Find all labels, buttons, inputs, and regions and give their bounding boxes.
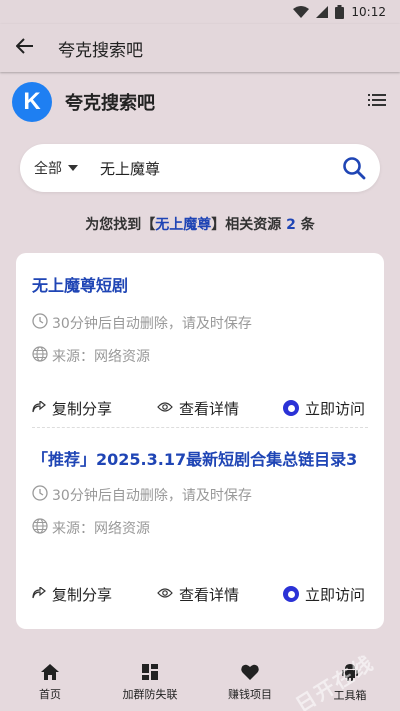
search-icon [342,157,366,184]
expire-note: 30分钟后自动删除，请及时保存 [32,485,368,505]
copy-share-button[interactable]: 复制分享 [32,584,112,605]
globe-icon [32,346,48,366]
view-detail-button[interactable]: 查看详情 [157,584,239,605]
nav-label: 赚钱项目 [228,688,272,701]
nav-label: 首页 [39,688,61,701]
visit-now-button[interactable]: 立即访问 [283,398,365,419]
status-time: 10:12 [351,5,386,19]
view-detail-button[interactable]: 查看详情 [157,398,239,419]
source-text: 来源：网络资源 [52,349,150,365]
battery-icon [335,5,345,19]
copy-share-button[interactable]: 复制分享 [32,398,112,419]
arrow-left-icon [15,38,34,58]
result-actions: 复制分享 查看详情 立即访问 [32,582,368,606]
divider [32,427,368,428]
expire-note: 30分钟后自动删除，请及时保存 [32,313,368,333]
visit-now-button[interactable]: 立即访问 [283,584,365,605]
category-label: 全部 [34,161,62,177]
app-bar: 夸克搜索吧 [0,24,400,72]
expire-text: 30分钟后自动删除，请及时保存 [52,316,252,332]
visit-now-label: 立即访问 [305,399,366,418]
app-title: 夸克搜索吧 [58,40,143,61]
clock-icon [32,485,48,505]
copy-share-label: 复制分享 [52,399,113,418]
signal-icon [316,6,329,18]
status-bar: 10:12 [0,0,400,24]
summary-count: 2 [286,217,296,233]
nav-item-home[interactable]: 首页 [0,655,100,711]
caret-down-icon [68,165,78,171]
share-icon [32,399,46,417]
heart-icon [241,664,259,683]
clock-icon [32,313,48,333]
search-bar: 全部 [20,144,380,192]
summary-middle: 】相关资源 [211,217,287,233]
result-actions: 复制分享 查看详情 立即访问 [32,396,368,420]
summary-prefix: 为您找到【 [85,217,156,233]
source-text: 来源：网络资源 [52,521,150,537]
eye-icon [157,585,173,603]
summary-suffix: 条 [295,217,315,233]
visit-now-label: 立即访问 [305,585,366,604]
result-item: 「推荐」2025.3.17最新短剧合集总链目录3 30分钟后自动删除，请及时保存… [32,445,368,604]
back-button[interactable] [0,24,50,72]
grid-icon [142,664,158,683]
view-detail-label: 查看详情 [179,585,240,604]
result-title[interactable]: 无上魔尊短剧 [32,271,368,301]
result-card: 无上魔尊短剧 30分钟后自动删除，请及时保存 来源：网络资源 复制分享 查看详情… [16,253,384,629]
nav-label: 加群防失联 [122,688,178,701]
eye-icon [157,399,173,417]
result-summary: 为您找到【无上魔尊】相关资源 2 条 [0,214,400,234]
view-detail-label: 查看详情 [179,399,240,418]
search-input[interactable] [100,159,320,177]
brand-row: K 夸克搜索吧 [0,80,400,124]
visit-dot-icon [283,400,299,416]
nav-item-earn-money[interactable]: 赚钱项目 [200,655,300,711]
share-icon [32,585,46,603]
list-menu-icon [368,93,386,112]
nav-item-join-group[interactable]: 加群防失联 [100,655,200,711]
brand-logo: K [12,82,52,122]
globe-icon [32,518,48,538]
wifi-icon [293,6,310,18]
copy-share-label: 复制分享 [52,585,113,604]
expire-text: 30分钟后自动删除，请及时保存 [52,488,252,504]
brand-name: 夸克搜索吧 [65,93,155,114]
home-icon [41,664,59,683]
result-item: 无上魔尊短剧 30分钟后自动删除，请及时保存 来源：网络资源 复制分享 查看详情… [32,271,368,418]
search-button[interactable] [342,156,366,184]
menu-button[interactable] [368,92,386,112]
source-note: 来源：网络资源 [32,518,368,538]
category-select[interactable]: 全部 [34,158,78,178]
source-note: 来源：网络资源 [32,346,368,366]
result-title[interactable]: 「推荐」2025.3.17最新短剧合集总链目录3 [32,445,368,475]
visit-dot-icon [283,586,299,602]
summary-keyword: 无上魔尊 [155,217,212,233]
